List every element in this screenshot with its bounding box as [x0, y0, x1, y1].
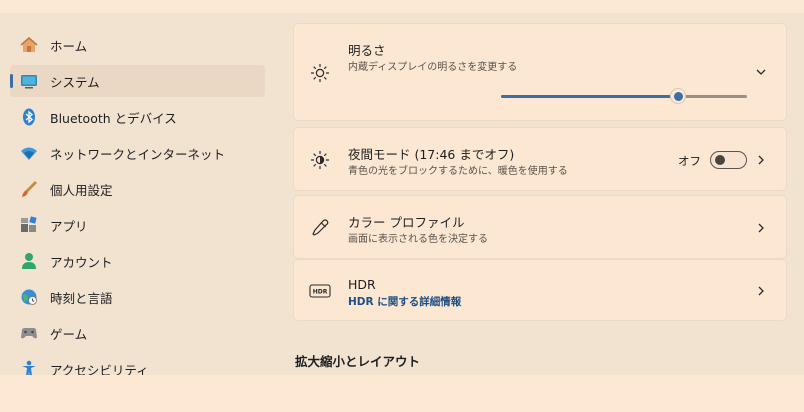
night-light-toggle-label: オフ: [678, 154, 701, 168]
color-profile-title: カラー プロファイル: [348, 215, 465, 230]
sidebar-item-label: アプリ: [50, 218, 88, 234]
chevron-down-icon[interactable]: [754, 65, 768, 79]
bluetooth-icon: [18, 106, 40, 128]
hdr-learn-more-link[interactable]: HDR に関する詳細情報: [348, 294, 461, 309]
sidebar-item-system[interactable]: システム: [10, 65, 265, 97]
brightness-title: 明るさ: [348, 43, 386, 58]
sidebar-item-home[interactable]: ホーム: [10, 29, 265, 61]
night-light-card[interactable]: 夜間モード (17:46 までオフ) 青色の光をブロックするために、暖色を使用す…: [293, 127, 787, 191]
chevron-right-icon[interactable]: [754, 221, 768, 235]
color-profile-subtitle: 画面に表示される色を決定する: [348, 234, 488, 245]
main-content: 明るさ 内蔵ディスプレイの明るさを変更する 夜間モード (17:46 までオフ)…: [293, 13, 789, 375]
sidebar-item-gaming[interactable]: ゲーム: [10, 317, 265, 349]
sidebar-item-label: システム: [50, 74, 100, 90]
night-light-subtitle: 青色の光をブロックするために、暖色を使用する: [348, 166, 568, 177]
brightness-slider-thumb[interactable]: [670, 88, 687, 104]
scale-layout-heading: 拡大縮小とレイアウト: [295, 354, 421, 369]
sun-icon: [308, 61, 332, 85]
sidebar-item-label: 個人用設定: [50, 182, 113, 198]
gaming-icon: [18, 322, 40, 344]
hdr-icon-text: HDR: [313, 289, 328, 296]
hdr-icon: HDR: [308, 279, 332, 303]
chevron-right-icon[interactable]: [754, 284, 768, 298]
sidebar-item-bluetooth[interactable]: Bluetooth とデバイス: [10, 101, 265, 133]
sidebar-item-personalization[interactable]: 個人用設定: [10, 173, 265, 205]
network-icon: [18, 142, 40, 164]
brush-icon: [18, 178, 40, 200]
account-icon: [18, 250, 40, 272]
sidebar-item-accounts[interactable]: アカウント: [10, 245, 265, 277]
sidebar-item-label: Bluetooth とデバイス: [50, 110, 177, 126]
sidebar-item-apps[interactable]: アプリ: [10, 209, 265, 241]
time-language-icon: [18, 286, 40, 308]
brightness-subtitle: 内蔵ディスプレイの明るさを変更する: [348, 62, 518, 73]
brightness-slider-fill: [501, 95, 679, 98]
eyedropper-icon: [308, 216, 332, 240]
sidebar-item-label: ホーム: [50, 38, 88, 54]
accessibility-icon: [18, 358, 40, 375]
sidebar-item-time-language[interactable]: 時刻と言語: [10, 281, 265, 313]
night-light-title: 夜間モード (17:46 までオフ): [348, 147, 515, 162]
sidebar-item-label: ゲーム: [50, 326, 88, 342]
brightness-slider[interactable]: [501, 88, 747, 104]
sidebar-item-accessibility[interactable]: アクセシビリティ: [10, 353, 265, 375]
brightness-card: 明るさ 内蔵ディスプレイの明るさを変更する: [293, 23, 787, 121]
hdr-title: HDR: [348, 277, 376, 292]
sidebar-item-label: ネットワークとインターネット: [50, 146, 226, 162]
sidebar-item-label: 時刻と言語: [50, 290, 113, 306]
settings-window: ホーム システム Bluetooth とデバイス ネットワークとインターネット …: [0, 13, 804, 375]
home-icon: [18, 34, 40, 56]
hdr-card[interactable]: HDR HDR HDR に関する詳細情報: [293, 259, 787, 321]
night-light-toggle[interactable]: [710, 151, 747, 169]
sidebar-item-label: アカウント: [50, 254, 113, 270]
sidebar: ホーム システム Bluetooth とデバイス ネットワークとインターネット …: [0, 13, 272, 375]
apps-icon: [18, 214, 40, 236]
system-icon: [18, 70, 40, 92]
sidebar-item-label: アクセシビリティ: [50, 362, 149, 376]
chevron-right-icon[interactable]: [754, 153, 768, 167]
sidebar-item-network[interactable]: ネットワークとインターネット: [10, 137, 265, 169]
night-light-icon: [308, 148, 332, 172]
color-profile-card[interactable]: カラー プロファイル 画面に表示される色を決定する: [293, 195, 787, 259]
